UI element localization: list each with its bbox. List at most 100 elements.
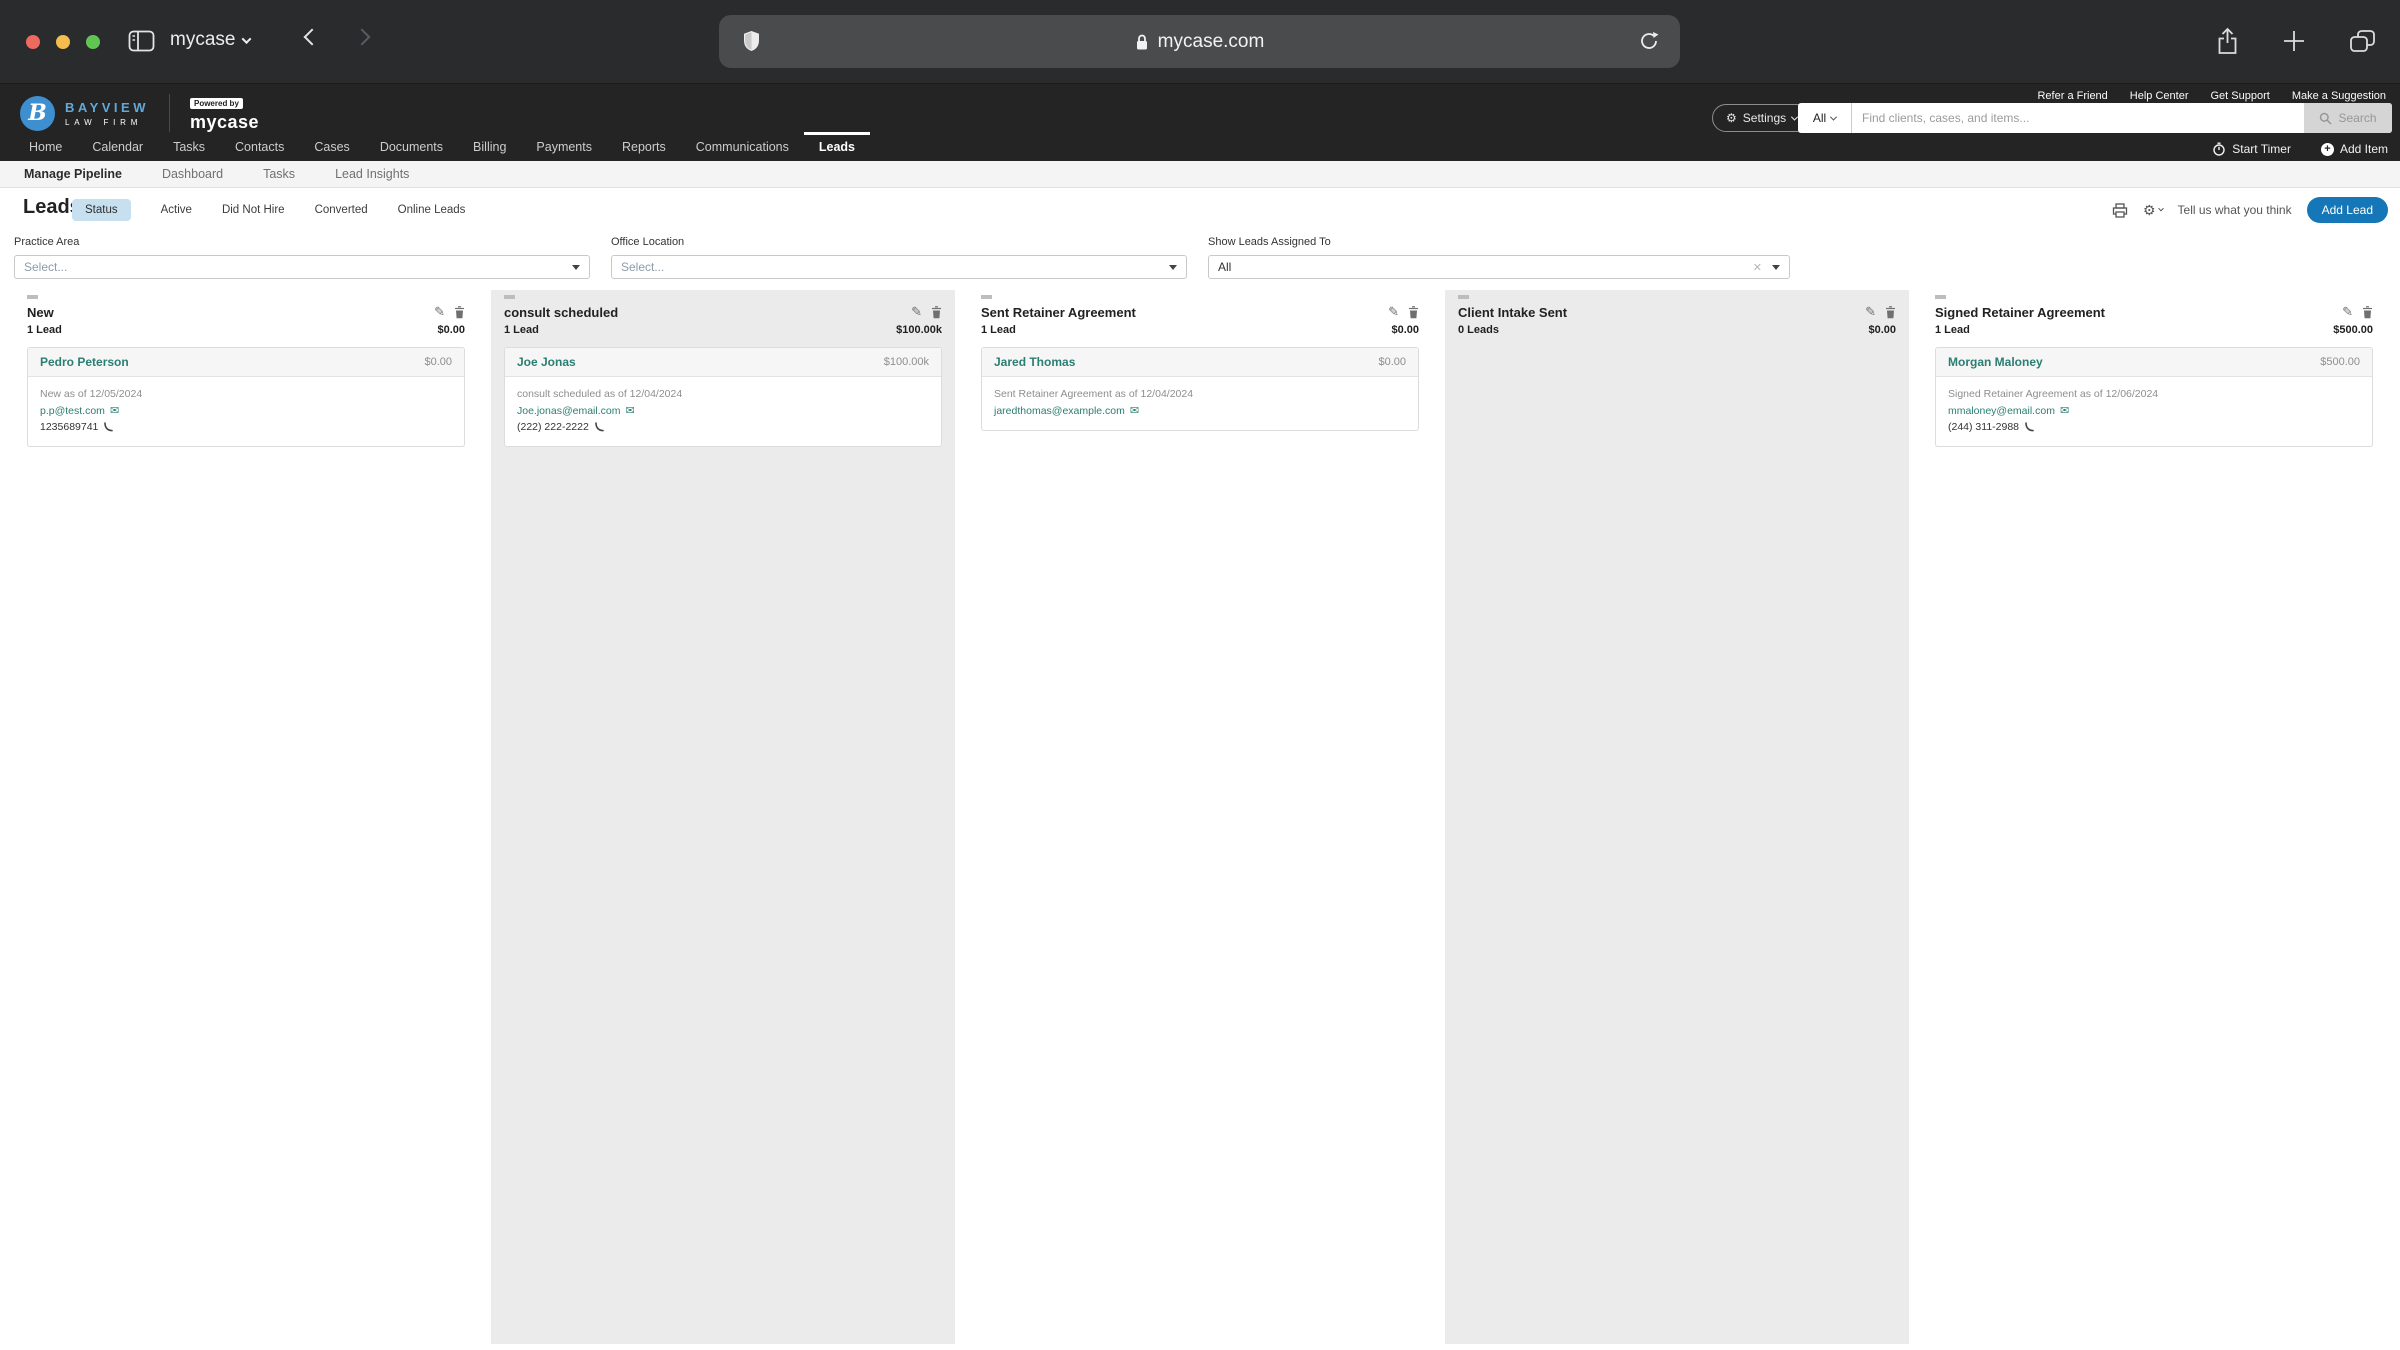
- clear-filter-icon[interactable]: ✕: [1753, 261, 1762, 274]
- add-lead-button[interactable]: Add Lead: [2307, 197, 2388, 223]
- new-tab-icon[interactable]: [2281, 28, 2307, 54]
- delete-column-icon[interactable]: [931, 306, 942, 319]
- search-button[interactable]: Search: [2304, 103, 2392, 133]
- office-location-select[interactable]: Select...: [611, 255, 1187, 279]
- delete-column-icon[interactable]: [1408, 306, 1419, 319]
- view-tab-status[interactable]: Status: [72, 199, 131, 221]
- assigned-to-select[interactable]: All ✕: [1208, 255, 1790, 279]
- add-item-button[interactable]: + Add Item: [2321, 142, 2388, 156]
- subnav-dashboard[interactable]: Dashboard: [162, 167, 223, 181]
- close-window-button[interactable]: [26, 35, 40, 49]
- lead-name-link[interactable]: Joe Jonas: [517, 355, 576, 369]
- nav-billing[interactable]: Billing: [458, 132, 521, 161]
- lead-email-link[interactable]: p.p@test.com: [40, 405, 105, 417]
- nav-reports[interactable]: Reports: [607, 132, 681, 161]
- print-icon[interactable]: [2112, 203, 2128, 218]
- lead-card[interactable]: Joe Jonas $100.00k consult scheduled as …: [504, 347, 942, 447]
- column-title: New: [27, 305, 54, 320]
- browser-back-button[interactable]: [306, 30, 318, 48]
- pipeline-column-new: New ✎ 1 Lead $0.00 Pedro Peterson $0.00 …: [14, 290, 478, 1344]
- get-support-link[interactable]: Get Support: [2211, 90, 2270, 102]
- edit-column-icon[interactable]: ✎: [1388, 304, 1399, 320]
- firm-logo[interactable]: B BAYVIEW LAW FIRM Powered by mycase: [20, 93, 259, 133]
- quick-links: Refer a Friend Help Center Get Support M…: [2037, 90, 2386, 102]
- lead-name-link[interactable]: Morgan Maloney: [1948, 355, 2043, 369]
- zoom-window-button[interactable]: [86, 35, 100, 49]
- lead-card[interactable]: Jared Thomas $0.00 Sent Retainer Agreeme…: [981, 347, 1419, 431]
- search-input[interactable]: [1852, 103, 2304, 133]
- start-timer-button[interactable]: Start Timer: [2212, 142, 2291, 156]
- edit-column-icon[interactable]: ✎: [1865, 304, 1876, 320]
- lead-card[interactable]: Pedro Peterson $0.00 New as of 12/05/202…: [27, 347, 465, 447]
- gear-icon: ⚙: [2143, 202, 2156, 219]
- nav-documents[interactable]: Documents: [365, 132, 458, 161]
- view-tab-online-leads[interactable]: Online Leads: [398, 204, 466, 216]
- delete-column-icon[interactable]: [454, 306, 465, 319]
- lead-name-link[interactable]: Pedro Peterson: [40, 355, 129, 369]
- column-lead-count: 1 Lead: [981, 324, 1016, 336]
- sidebar-toggle-icon[interactable]: [128, 30, 155, 52]
- edit-column-icon[interactable]: ✎: [434, 304, 445, 320]
- view-tab-did-not-hire[interactable]: Did Not Hire: [222, 204, 285, 216]
- tab-title: mycase: [170, 29, 235, 51]
- column-total: $0.00: [1868, 324, 1896, 336]
- view-tab-converted[interactable]: Converted: [315, 204, 368, 216]
- subnav-lead-insights[interactable]: Lead Insights: [335, 167, 409, 181]
- nav-leads[interactable]: Leads: [804, 132, 870, 161]
- nav-cases[interactable]: Cases: [299, 132, 364, 161]
- feedback-link[interactable]: Tell us what you think: [2178, 203, 2292, 217]
- column-drag-handle[interactable]: [27, 295, 38, 299]
- column-drag-handle[interactable]: [504, 295, 515, 299]
- lead-name-link[interactable]: Jared Thomas: [994, 355, 1075, 369]
- address-bar[interactable]: mycase.com: [719, 15, 1680, 68]
- column-total: $0.00: [437, 324, 465, 336]
- board-settings-button[interactable]: ⚙: [2143, 202, 2163, 219]
- tab-overview-icon[interactable]: [2349, 29, 2376, 54]
- nav-tasks[interactable]: Tasks: [158, 132, 220, 161]
- column-drag-handle[interactable]: [1935, 295, 1946, 299]
- column-total: $100.00k: [896, 324, 942, 336]
- column-title: consult scheduled: [504, 305, 618, 320]
- gear-icon: ⚙: [1726, 111, 1737, 125]
- nav-calendar[interactable]: Calendar: [77, 132, 158, 161]
- main-nav: Home Calendar Tasks Contacts Cases Docum…: [14, 132, 870, 161]
- subnav-manage-pipeline[interactable]: Manage Pipeline: [24, 167, 122, 181]
- help-center-link[interactable]: Help Center: [2130, 90, 2189, 102]
- make-a-suggestion-link[interactable]: Make a Suggestion: [2292, 90, 2386, 102]
- envelope-icon: ✉: [110, 404, 119, 417]
- nav-communications[interactable]: Communications: [681, 132, 804, 161]
- column-lead-count: 1 Lead: [1935, 324, 1970, 336]
- nav-payments[interactable]: Payments: [521, 132, 607, 161]
- search-scope-dropdown[interactable]: All: [1798, 103, 1852, 133]
- view-tab-active[interactable]: Active: [161, 204, 192, 216]
- column-drag-handle[interactable]: [1458, 295, 1469, 299]
- lead-email-link[interactable]: mmaloney@email.com: [1948, 405, 2055, 417]
- timer-icon: [2212, 142, 2226, 156]
- nav-contacts[interactable]: Contacts: [220, 132, 299, 161]
- view-tabs: Status Active Did Not Hire Converted Onl…: [72, 199, 465, 221]
- lead-email-link[interactable]: jaredthomas@example.com: [994, 405, 1125, 417]
- share-icon[interactable]: [2216, 27, 2239, 55]
- browser-forward-button[interactable]: [356, 30, 368, 48]
- delete-column-icon[interactable]: [2362, 306, 2373, 319]
- edit-column-icon[interactable]: ✎: [911, 304, 922, 320]
- filters-row: Practice Area Select... Office Location …: [0, 232, 2400, 290]
- edit-column-icon[interactable]: ✎: [2342, 304, 2353, 320]
- lead-card[interactable]: Morgan Maloney $500.00 Signed Retainer A…: [1935, 347, 2373, 447]
- minimize-window-button[interactable]: [56, 35, 70, 49]
- refresh-icon[interactable]: [1638, 30, 1660, 52]
- practice-area-select[interactable]: Select...: [14, 255, 590, 279]
- settings-button[interactable]: ⚙ Settings: [1712, 104, 1811, 132]
- refer-a-friend-link[interactable]: Refer a Friend: [2037, 90, 2107, 102]
- delete-column-icon[interactable]: [1885, 306, 1896, 319]
- column-drag-handle[interactable]: [981, 295, 992, 299]
- lead-phone: (244) 311-2988: [1948, 421, 2019, 433]
- lock-icon: [1135, 33, 1149, 51]
- firm-name: BAYVIEW: [65, 100, 149, 115]
- tab-group-selector[interactable]: mycase: [170, 29, 250, 51]
- lead-phone: 1235689741: [40, 421, 98, 433]
- nav-home[interactable]: Home: [14, 132, 77, 161]
- subnav-tasks[interactable]: Tasks: [263, 167, 295, 181]
- lead-phone: (222) 222-2222: [517, 421, 589, 433]
- lead-email-link[interactable]: Joe.jonas@email.com: [517, 405, 620, 417]
